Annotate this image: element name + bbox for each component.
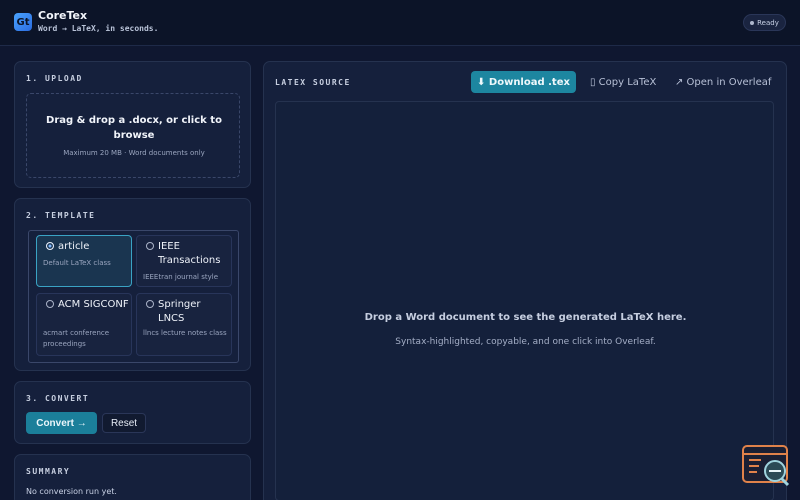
upload-card: 1. UPLOAD Drag & drop a .docx, or click …: [14, 61, 251, 188]
radio-selected-icon[interactable]: [46, 242, 54, 250]
template-name: ACM SIGCONF: [58, 299, 129, 310]
template-name: Springer LNCS: [158, 299, 201, 324]
open-overleaf-button[interactable]: ↗ Open in Overleaf: [675, 71, 771, 93]
latex-output-area[interactable]: Drop a Word document to see the generate…: [275, 101, 774, 500]
template-desc: Default LaTeX class: [43, 259, 111, 267]
file-dropzone[interactable]: Drag & drop a .docx, or click to browse …: [26, 93, 240, 178]
template-desc: IEEEtran journal style: [143, 273, 219, 281]
status-badge: Ready: [743, 14, 786, 31]
upload-title: 1. UPLOAD: [26, 74, 83, 83]
radio-icon[interactable]: [46, 300, 54, 308]
summary-text: No conversion run yet.: [26, 487, 117, 496]
latex-title: LATEX SOURCE: [275, 78, 351, 87]
download-tex-button[interactable]: ⬇ Download .tex: [471, 71, 576, 93]
template-name: article: [58, 241, 90, 252]
latex-panel: LATEX SOURCE ⬇ Download .tex ▯ Copy LaTe…: [263, 61, 787, 500]
copy-latex-button[interactable]: ▯ Copy LaTeX: [590, 71, 656, 93]
reset-button[interactable]: Reset: [102, 413, 146, 433]
template-option-article[interactable]: article Default LaTeX class: [36, 235, 132, 287]
status-text: Ready: [757, 18, 779, 27]
convert-card: 3. CONVERT Convert → Reset: [14, 381, 251, 444]
app-title: CoreTex: [38, 9, 88, 22]
radio-icon[interactable]: [146, 242, 154, 250]
radio-icon[interactable]: [146, 300, 154, 308]
template-title: 2. TEMPLATE: [26, 211, 96, 220]
status-dot-icon: [750, 20, 755, 25]
template-option-springer[interactable]: Springer LNCS llncs lecture notes class: [136, 293, 232, 356]
template-card: 2. TEMPLATE article Default LaTeX class …: [14, 198, 251, 371]
summary-title: SUMMARY: [26, 467, 71, 476]
convert-button[interactable]: Convert →: [26, 412, 97, 434]
template-name: IEEE Transactions: [158, 241, 221, 266]
template-desc: llncs lecture notes class: [143, 329, 227, 337]
template-options: article Default LaTeX class IEEE Transac…: [28, 230, 239, 363]
empty-state-title: Drop a Word document to see the generate…: [364, 312, 687, 323]
dropzone-note: Maximum 20 MB · Word documents only: [63, 149, 205, 157]
app-logo-icon: Gt: [14, 13, 32, 31]
empty-state-subtitle: Syntax-highlighted, copyable, and one cl…: [395, 337, 656, 347]
app-header: Gt CoreTex Word → LaTeX, in seconds. Rea…: [0, 0, 800, 46]
dropzone-text: Drag & drop a .docx, or click to browse: [46, 115, 222, 141]
app-subtitle: Word → LaTeX, in seconds.: [38, 24, 159, 33]
convert-title: 3. CONVERT: [26, 394, 90, 403]
summary-card: SUMMARY No conversion run yet.: [14, 454, 251, 500]
template-option-ieee[interactable]: IEEE Transactions IEEEtran journal style: [136, 235, 232, 287]
code-search-icon[interactable]: [741, 444, 791, 488]
template-option-acm[interactable]: ACM SIGCONF acmart conference proceeding…: [36, 293, 132, 356]
template-desc: acmart conference proceedings: [43, 329, 110, 348]
code-search-icon-svg: [742, 445, 790, 487]
